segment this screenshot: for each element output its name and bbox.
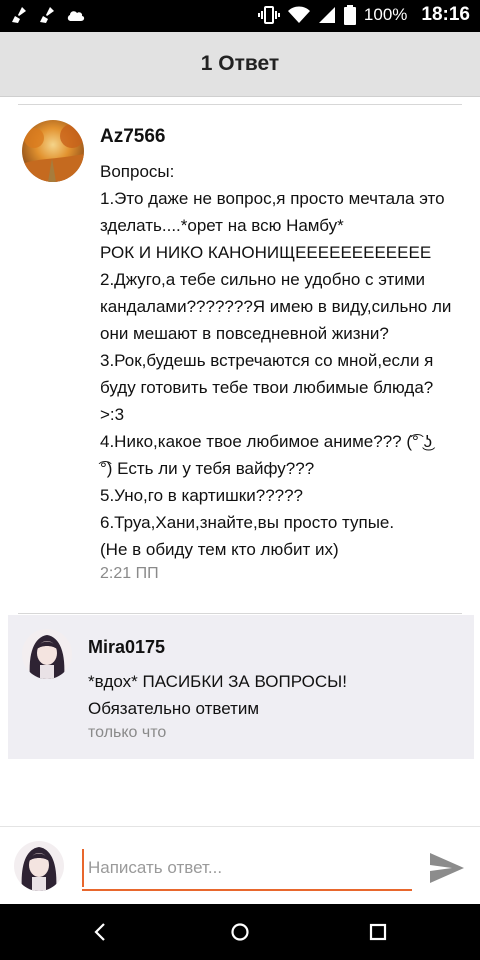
signal-icon (318, 6, 336, 24)
send-icon (430, 853, 464, 883)
reply-line: Обязательно ответим (88, 699, 260, 718)
navigation-bar (0, 904, 480, 960)
reply-line: *вдох* ПАСИБКИ ЗА ВОПРОСЫ! (88, 672, 347, 691)
avatar[interactable] (22, 629, 72, 679)
comment-line: РОК И НИКО КАНОНИЩЕЕЕЕЕЕЕЕЕЕЕЕ (100, 243, 432, 262)
comment-timestamp: 2:21 ПП (100, 565, 159, 582)
comment-author[interactable]: Az7566 (100, 126, 472, 148)
comment-line: 6.Труа,Хани,знайте,вы просто тупые. (100, 513, 395, 532)
battery-icon (343, 5, 356, 25)
comment-line: 2.Джуго,а тебе сильно не удобно с этими (100, 270, 426, 289)
reply-timestamp: только что (88, 724, 167, 741)
reply-text: *вдох* ПАСИБКИ ЗА ВОПРОСЫ! Обязательно о… (88, 668, 468, 722)
status-bar: 100% 18:16 (0, 0, 480, 32)
comment-line: буду готовить тебе твои любимые блюда? (100, 378, 434, 397)
divider (18, 613, 462, 614)
avatar[interactable] (22, 120, 84, 182)
vibrate-icon (257, 5, 280, 25)
reply-input[interactable] (82, 849, 412, 887)
comment-text: Вопросы: 1.Это даже не вопрос,я просто м… (100, 158, 472, 563)
reply: Mira0175 *вдох* ПАСИБКИ ЗА ВОПРОСЫ! Обяз… (8, 615, 474, 759)
comment-line: 1.Это даже не вопрос,я просто мечтала эт… (100, 189, 445, 208)
comment-line: (Не в обиду тем кто любит их) (100, 540, 339, 559)
broom-icon (38, 6, 56, 24)
divider (18, 104, 462, 105)
broom-icon (10, 6, 28, 24)
comment-line: ͡°) Есть ли у тебя вайфу??? (100, 459, 315, 478)
wifi-icon (287, 6, 310, 24)
comment-line: 4.Нико,какое твое любимое аниме??? (͡° ͜… (100, 432, 433, 451)
back-icon[interactable] (88, 920, 112, 944)
page-title: 1 Ответ (200, 52, 280, 75)
input-underline (82, 889, 412, 891)
recents-icon[interactable] (366, 920, 390, 944)
comment-line: >:3 (100, 405, 125, 424)
reply-author[interactable]: Mira0175 (88, 637, 468, 658)
avatar (14, 841, 64, 891)
comment-line: кандалами???????Я имею в виду,сильно ли (100, 297, 452, 316)
comment-line: Вопросы: (100, 162, 175, 181)
battery-percent: 100% (363, 5, 408, 24)
clock: 18:16 (421, 4, 470, 25)
app-bar: 1 Ответ (0, 32, 480, 97)
reply-composer (0, 826, 480, 905)
comment-line: они мешают в повседневной жизни? (100, 324, 389, 343)
send-button[interactable] (426, 847, 468, 889)
comment-line: зделать....*орет на всю Намбу* (100, 216, 344, 235)
cloud-icon (66, 8, 86, 22)
comment-line: 3.Рок,будешь встречаются со мной,если я (100, 351, 434, 370)
comment-line: 5.Уно,го в картишки????? (100, 486, 304, 505)
home-icon[interactable] (228, 920, 252, 944)
